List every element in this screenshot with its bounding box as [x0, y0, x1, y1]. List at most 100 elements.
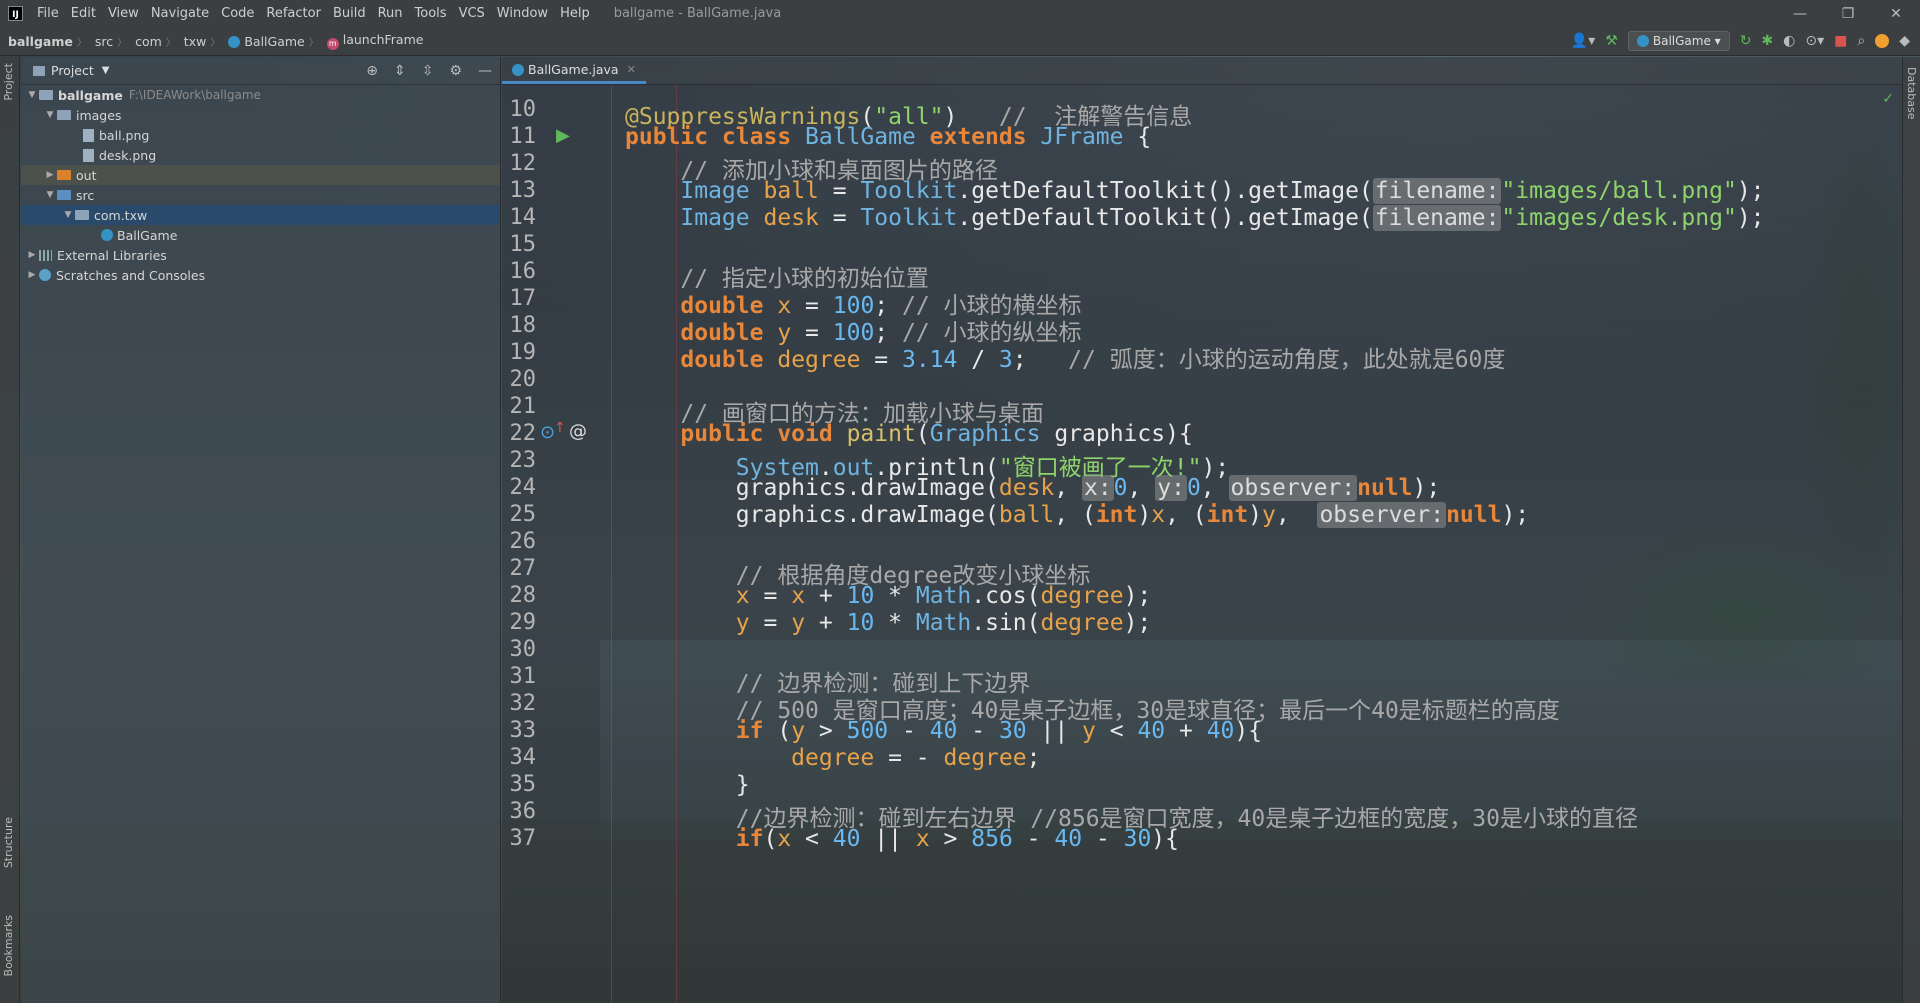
menu-refactor[interactable]: Refactor	[260, 0, 327, 27]
code-line[interactable]: x = x + 10 * Math.cos(degree);	[625, 583, 1152, 609]
jetbrains-toolbox-icon[interactable]: ◆	[1899, 33, 1910, 49]
search-icon[interactable]: ⌕	[1857, 33, 1865, 49]
code-line[interactable]: double degree = 3.14 / 3; // 弧度：小球的运动角度，…	[625, 340, 1505, 374]
chevron-down-icon[interactable]: ▼	[102, 65, 110, 76]
stop-icon[interactable]: ■	[1834, 33, 1847, 49]
build-hammer-icon[interactable]: ⚒	[1605, 33, 1618, 49]
user-icon[interactable]: 👤▾	[1571, 33, 1595, 49]
code-line[interactable]	[625, 529, 639, 555]
rerun-icon[interactable]: ↻	[1740, 33, 1752, 49]
breadcrumb-src[interactable]: src	[87, 34, 117, 49]
code-area[interactable]: 10 11 12 13 14 15 16 17 18 19 20 21 22 2…	[502, 85, 1902, 1003]
project-panel: Project ▼ ⊕ ⇕ ⇳ ⚙ — ▼ ballgame F:\IDEAWo…	[21, 57, 501, 1003]
menu-file[interactable]: File	[31, 0, 65, 27]
minimize-button[interactable]: —	[1776, 6, 1824, 22]
code-line[interactable]	[625, 232, 639, 258]
database-tool-tab[interactable]: Database	[1905, 67, 1918, 120]
menu-navigate[interactable]: Navigate	[145, 0, 215, 27]
code-line[interactable]: graphics.drawImage(ball, (int)x, (int)y,…	[625, 502, 1529, 528]
code-line[interactable]: if(x < 40 || x > 856 - 40 - 30){	[625, 826, 1179, 852]
tree-item-com-txw[interactable]: ▼ com.txw	[21, 205, 500, 225]
locate-file-icon[interactable]: ⊕	[366, 63, 378, 79]
chevron-right-icon: 〉	[308, 37, 319, 49]
code-line[interactable]: y = y + 10 * Math.sin(degree);	[625, 610, 1152, 636]
breadcrumb-txw[interactable]: txw	[176, 34, 211, 49]
code-line[interactable]: graphics.drawImage(desk, x:0, y:0, obser…	[625, 475, 1440, 501]
menu-window[interactable]: Window	[491, 0, 554, 27]
expand-all-icon[interactable]: ⇕	[394, 63, 406, 79]
breadcrumb-method-label: launchFrame	[342, 32, 424, 47]
collapse-all-icon[interactable]: ⇳	[422, 63, 434, 79]
chevron-down-icon[interactable]: ▼	[61, 210, 75, 220]
tree-item-external-libraries[interactable]: ▶ External Libraries	[21, 245, 500, 265]
no-problems-check-icon[interactable]: ✓	[1882, 91, 1894, 107]
bookmarks-tool-tab[interactable]: Bookmarks	[2, 915, 15, 976]
code-line[interactable]	[625, 367, 639, 393]
folder-icon	[33, 65, 45, 76]
chevron-right-icon[interactable]: ▶	[25, 250, 39, 260]
menu-run[interactable]: Run	[372, 0, 409, 27]
maximize-button[interactable]: ❐	[1824, 6, 1872, 22]
editor-tab-bar: BallGame.java ✕	[502, 57, 1902, 85]
line-number: 37	[509, 826, 537, 851]
tree-item-scratches[interactable]: ▶ Scratches and Consoles	[21, 265, 500, 285]
code-line[interactable]: }	[625, 772, 750, 798]
chevron-down-icon[interactable]: ▼	[25, 90, 39, 100]
breadcrumb-method[interactable]: m launchFrame	[319, 32, 428, 50]
tree-item-src[interactable]: ▼ src	[21, 185, 500, 205]
menu-view[interactable]: View	[102, 0, 145, 27]
close-button[interactable]: ✕	[1872, 6, 1920, 22]
update-icon[interactable]	[1875, 34, 1890, 48]
coverage-icon[interactable]: ◐	[1783, 33, 1795, 49]
code-line[interactable]: degree = - degree;	[625, 745, 1040, 771]
project-panel-title[interactable]: Project	[51, 63, 94, 78]
code-line[interactable]: if (y > 500 - 40 - 30 || y < 40 + 40){	[625, 718, 1262, 744]
menu-build[interactable]: Build	[327, 0, 372, 27]
gear-icon[interactable]: ⚙	[449, 63, 462, 79]
code-line[interactable]: public void paint(Graphics graphics){	[625, 421, 1192, 447]
tree-item-images[interactable]: ▼ images	[21, 105, 500, 125]
annotation-at-icon[interactable]: @	[569, 421, 587, 442]
chevron-right-icon[interactable]: ▶	[25, 270, 39, 280]
hide-panel-icon[interactable]: —	[478, 63, 492, 79]
tree-item-label: out	[76, 167, 97, 183]
tree-item-ballgame-class[interactable]: BallGame	[21, 225, 500, 245]
chevron-down-icon[interactable]: ▼	[43, 110, 57, 120]
menu-tools[interactable]: Tools	[409, 0, 453, 27]
breadcrumb-com[interactable]: com	[127, 34, 166, 49]
gutter[interactable]: 10 11 12 13 14 15 16 17 18 19 20 21 22 2…	[502, 85, 612, 1003]
tree-item-label: desk.png	[99, 147, 157, 163]
line-number: 33	[509, 718, 537, 743]
chevron-right-icon[interactable]: ▶	[43, 170, 57, 180]
chevron-down-icon[interactable]: ▼	[43, 190, 57, 200]
line-number: 13	[509, 178, 537, 203]
profile-icon[interactable]: ⊙▾	[1805, 33, 1824, 49]
source-folder-icon	[57, 190, 71, 200]
structure-tool-tab[interactable]: Structure	[2, 817, 15, 868]
tree-item-ball-png[interactable]: ball.png	[21, 125, 500, 145]
menu-vcs[interactable]: VCS	[453, 0, 491, 27]
menu-code[interactable]: Code	[215, 0, 260, 27]
right-tool-strip: Database	[1902, 57, 1920, 1003]
line-number: 16	[509, 259, 537, 284]
menu-edit[interactable]: Edit	[65, 0, 102, 27]
project-tool-tab[interactable]: Project	[2, 63, 15, 101]
breadcrumb-class[interactable]: BallGame	[220, 34, 308, 49]
code-line[interactable]: Image ball = Toolkit.getDefaultToolkit()…	[625, 178, 1765, 204]
tree-item-out[interactable]: ▶ out	[21, 165, 500, 185]
line-number: 11	[509, 124, 537, 149]
close-icon[interactable]: ✕	[627, 63, 636, 76]
tree-item-ballgame[interactable]: ▼ ballgame F:\IDEAWork\ballgame	[21, 85, 500, 105]
menu-help[interactable]: Help	[554, 0, 596, 27]
run-configuration-select[interactable]: BallGame ▾	[1627, 31, 1730, 51]
code-line[interactable]: public class BallGame extends JFrame {	[625, 124, 1151, 150]
tree-item-desk-png[interactable]: desk.png	[21, 145, 500, 165]
code-line[interactable]: Image desk = Toolkit.getDefaultToolkit()…	[625, 205, 1765, 231]
override-icon[interactable]: ⊙	[540, 422, 555, 443]
run-play-icon[interactable]: ▶	[556, 125, 570, 146]
debug-bug-icon[interactable]: ✱	[1761, 33, 1773, 49]
tab-ballgame-java[interactable]: BallGame.java ✕	[502, 58, 646, 84]
module-folder-icon	[39, 90, 53, 100]
code-line[interactable]	[625, 637, 639, 663]
breadcrumb-project[interactable]: ballgame	[0, 34, 77, 49]
